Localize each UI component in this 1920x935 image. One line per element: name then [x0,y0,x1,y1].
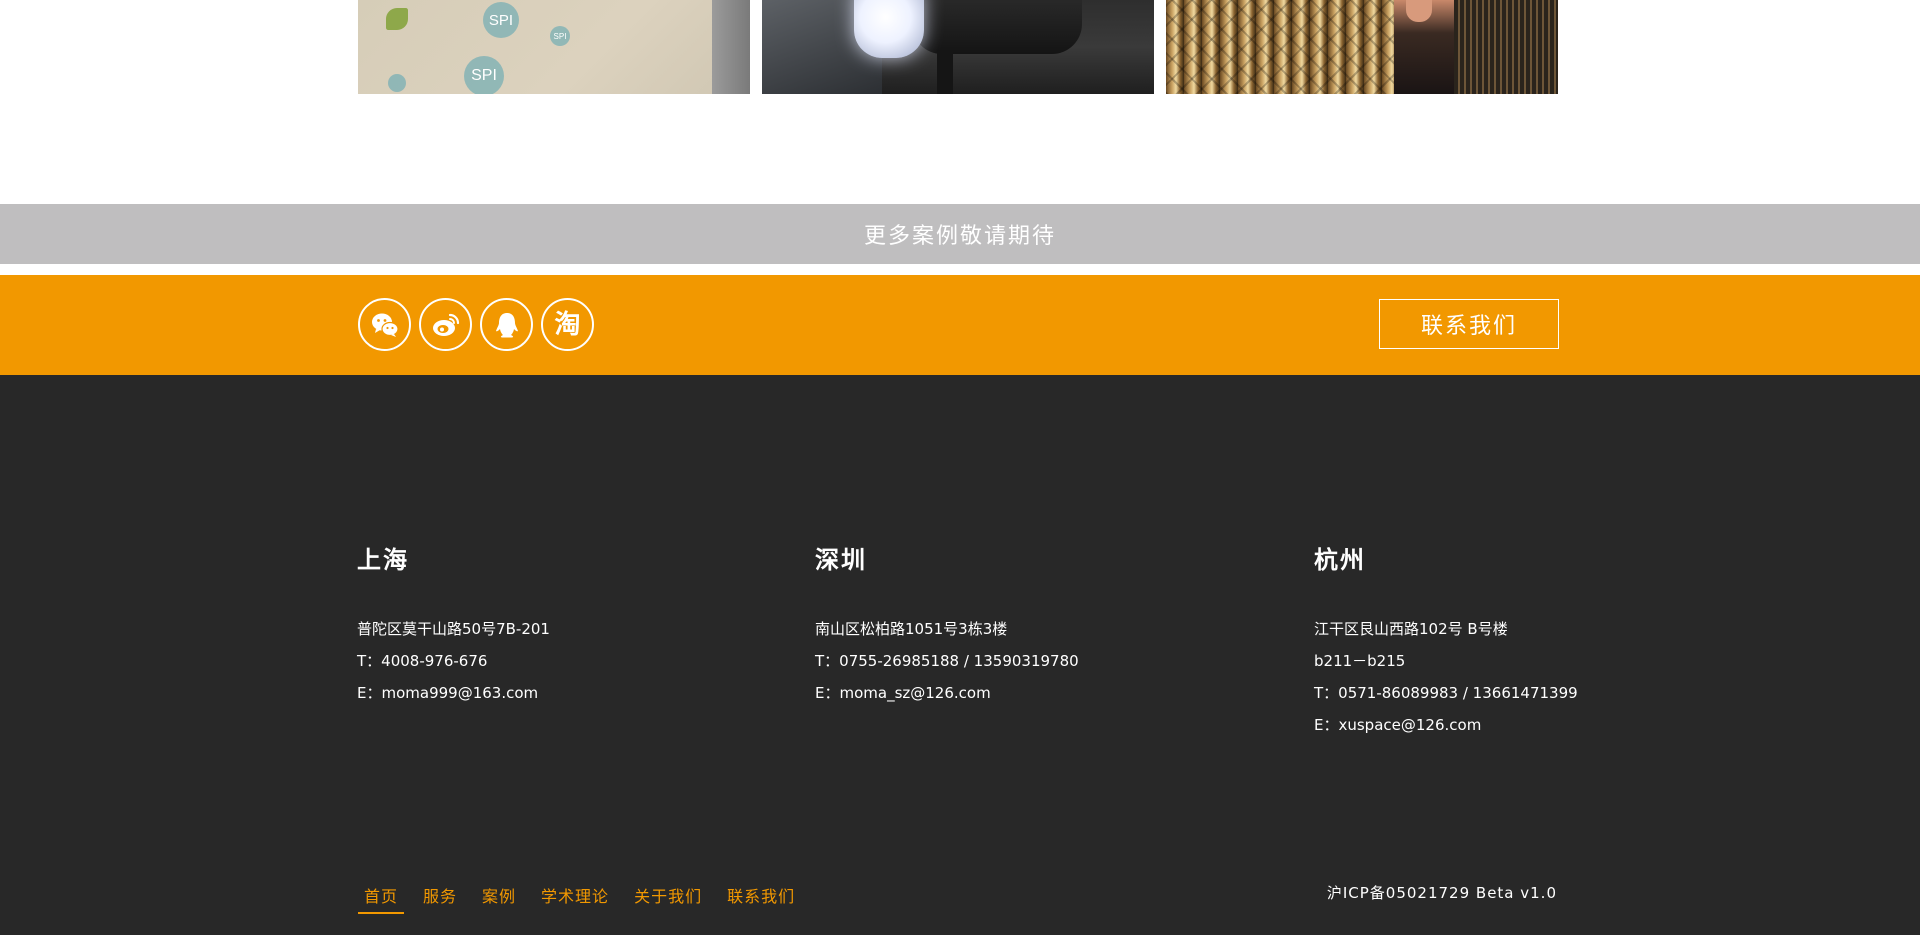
lamp-glow [854,0,924,58]
social-icons: 淘 [358,298,594,351]
office-shanghai: 上海 普陀区莫干山路50号7B-201 T：4008-976-676 E：mom… [357,545,550,709]
device-body [912,0,1082,54]
office-city: 杭州 [1314,546,1366,574]
office-phone: T：4008-976-676 [357,652,488,670]
office-address-room: b211－b215 [1314,652,1406,670]
weibo-icon[interactable] [419,298,472,351]
office-address: 南山区松柏路1051号3栋3楼 [815,620,1008,638]
spi-bubble: SPI [550,26,570,46]
wechat-glyph [371,313,399,337]
taobao-icon[interactable]: 淘 [541,298,594,351]
taobao-glyph: 淘 [554,309,581,340]
weibo-glyph [432,313,459,336]
footer-nav-home[interactable]: 首页 [358,879,405,914]
model-face [1406,0,1432,22]
case-gallery: SPI SPI SPI [358,0,1559,94]
footer-nav-services[interactable]: 服务 [417,879,463,914]
device-stand [937,50,953,94]
qq-icon[interactable] [480,298,533,351]
office-shenzhen: 深圳 南山区松柏路1051号3栋3楼 T：0755-26985188 / 135… [815,545,1079,709]
case-thumbnail-spi[interactable]: SPI SPI SPI [358,0,750,94]
office-address: 普陀区莫干山路50号7B-201 [357,620,550,638]
mesh-decoration [1166,0,1396,94]
more-cases-banner: 更多案例敬请期待 [0,204,1920,264]
icp-license: 沪ICP备05021729 Beta v1.0 [1326,884,1557,902]
spi-bubble: SPI [483,2,519,38]
frame-edge [712,0,750,94]
footer-nav-contact[interactable]: 联系我们 [721,879,801,914]
screen-decoration [1454,0,1558,94]
office-email: E：moma_sz@126.com [815,684,991,702]
more-cases-text: 更多案例敬请期待 [863,224,1056,249]
office-email: E：xuspace@126.com [1314,716,1482,734]
spi-bubble: SPI [464,56,504,94]
footer-nav-cases[interactable]: 案例 [476,879,522,914]
footer-nav-about[interactable]: 关于我们 [628,879,708,914]
case-thumbnail-fashion[interactable] [1166,0,1558,94]
office-city: 深圳 [815,546,867,574]
contact-us-button[interactable]: 联系我们 [1379,299,1559,349]
office-phone: T：0571-86089983 / 13661471399 [1314,684,1578,702]
page: SPI SPI SPI 更多案例敬请期待 淘 联系我们 上海 普陀区莫干山路50… [0,0,1920,935]
footer-nav-theory[interactable]: 学术理论 [535,879,615,914]
social-band: 淘 联系我们 [0,275,1920,375]
footer-nav: 首页 服务 案例 学术理论 关于我们 联系我们 [358,879,814,914]
office-address: 江干区艮山西路102号 B号楼 [1314,620,1508,638]
office-phone: T：0755-26985188 / 13590319780 [815,652,1079,670]
case-thumbnail-lamp[interactable] [762,0,1154,94]
bubble-decoration [388,74,406,92]
leaf-decoration [386,8,408,30]
qq-glyph [495,312,518,337]
wechat-icon[interactable] [358,298,411,351]
office-email: E：moma999@163.com [357,684,539,702]
office-hangzhou: 杭州 江干区艮山西路102号 B号楼 b211－b215 T：0571-8608… [1314,545,1578,741]
office-city: 上海 [357,546,409,574]
footer: 上海 普陀区莫干山路50号7B-201 T：4008-976-676 E：mom… [0,375,1920,935]
